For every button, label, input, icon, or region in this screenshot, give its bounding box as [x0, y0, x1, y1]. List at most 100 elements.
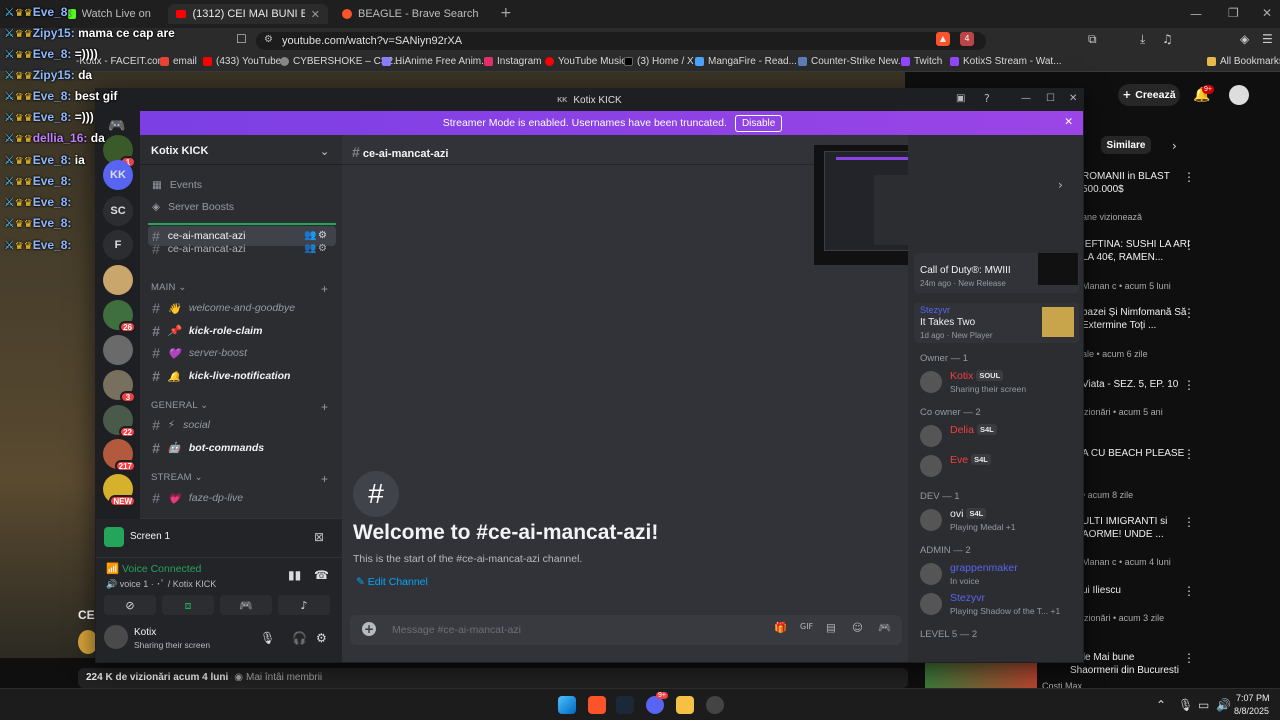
member-item[interactable]: Eve S4L	[920, 451, 1080, 481]
gamepad-icon[interactable]: 🎮	[878, 623, 891, 634]
maximize-icon[interactable]: ❐	[1228, 7, 1239, 19]
volume-icon[interactable]: 🔊	[1216, 699, 1231, 711]
gear-icon[interactable]: ⚙	[316, 632, 327, 644]
channel-welcome-and-goodbye[interactable]: # 👋 welcome-and-goodbye	[148, 298, 336, 318]
bookmark-counter-strike[interactable]: Counter-Strike New...	[798, 56, 906, 67]
server-icon[interactable]: F	[103, 230, 133, 260]
tray-chevron-icon[interactable]: ⌃	[1156, 699, 1166, 711]
close-tab-icon[interactable]: ✕	[311, 8, 320, 21]
stop-stream-icon[interactable]: ⊠	[314, 531, 324, 543]
discord-home-icon[interactable]: 🎮	[108, 119, 125, 133]
server-icon[interactable]: 22	[103, 405, 136, 438]
add-channel-icon[interactable]: +	[321, 400, 328, 414]
minimize-icon[interactable]: —	[1190, 8, 1202, 20]
avatar[interactable]	[104, 625, 128, 649]
bookmark-x[interactable]: (3) Home / X	[624, 56, 694, 67]
channel-bot-commands[interactable]: # 🤖 bot-commands	[148, 438, 336, 458]
events-item[interactable]: ▦ Events	[148, 175, 336, 195]
message-input[interactable]: + Message #ce-ai-mancat-azi 🎁 GIF ▤ ☺ 🎮	[350, 615, 902, 645]
member-item[interactable]: Delia S4L	[920, 421, 1080, 451]
gif-icon[interactable]: GIF	[800, 623, 813, 631]
noise-suppression-icon[interactable]: ▮▮	[288, 569, 301, 581]
add-channel-icon[interactable]: +	[321, 472, 328, 486]
clock-time[interactable]: 7:07 PM	[1236, 693, 1270, 703]
bookmark-twitch[interactable]: Twitch	[901, 56, 942, 67]
edit-channel-button[interactable]: ✎ Edit Channel	[356, 576, 428, 588]
bookmark-mangafire[interactable]: MangaFire - Read...	[695, 56, 797, 67]
file-explorer-icon[interactable]	[676, 696, 694, 714]
bookmark-youtube[interactable]: (433) YouTube	[203, 56, 281, 67]
server-icon[interactable]	[103, 335, 133, 365]
rec-title[interactable]: bazei Și Nimfomană Să Extermine Toți ...	[1082, 306, 1192, 332]
microphone-icon[interactable]: 🎙	[260, 632, 275, 644]
more-options-icon[interactable]: ⋮	[1183, 378, 1195, 392]
rec-title[interactable]: Cele Mai bune Shaormerii din Bucuresti	[1070, 651, 1180, 677]
more-options-icon[interactable]: ⋮	[1183, 170, 1195, 184]
soundboard-button[interactable]: ♪	[278, 595, 330, 615]
brave-taskbar-icon[interactable]	[588, 696, 606, 714]
server-icon[interactable]: NEW	[103, 474, 136, 507]
rec-title[interactable]: IEFTINA: SUSHI LA ARI LA 40€, RAMEN...	[1082, 238, 1192, 264]
server-icon[interactable]: 217	[103, 439, 136, 472]
wallet-icon[interactable]: ◈	[1240, 33, 1249, 45]
member-item[interactable]: Kotix SOUL Sharing their screen	[920, 367, 1080, 397]
close-window-icon[interactable]: ✕	[1069, 94, 1077, 104]
channel-dragging[interactable]: # ce-ai-mancat-azi 👥 ⚙	[148, 239, 336, 259]
url-bar[interactable]: ⚙ youtube.com/watch?v=SANiyn92rXA	[256, 32, 986, 50]
network-icon[interactable]: ▭	[1198, 699, 1209, 711]
inbox-icon[interactable]: ▣	[956, 94, 965, 104]
server-icon[interactable]: 3	[103, 370, 136, 403]
add-channel-icon[interactable]: +	[321, 282, 328, 296]
more-options-icon[interactable]: ⋮	[1183, 306, 1195, 320]
help-icon[interactable]: ?	[984, 93, 990, 104]
microphone-icon[interactable]: 🎙	[1178, 699, 1193, 711]
member-item[interactable]: grappenmaker In voice	[920, 559, 1080, 589]
rec-thumbnail[interactable]	[925, 662, 1037, 688]
chevron-right-icon[interactable]: ›	[1058, 179, 1063, 191]
rec-title[interactable]: ROMANII in BLAST 500.000$	[1082, 170, 1192, 196]
disconnect-icon[interactable]: ☎	[314, 569, 329, 581]
bookmark-kotix-stream[interactable]: KotixS Stream - Wat...	[950, 56, 1062, 67]
member-item[interactable]: Stezyvr Playing Shadow of the T... +1	[920, 589, 1080, 619]
rec-title[interactable]: A CU BEACH PLEASE	[1082, 447, 1192, 460]
emoji-icon[interactable]: ☺	[852, 623, 863, 634]
music-icon[interactable]: ♫	[1162, 33, 1173, 45]
gift-icon[interactable]: 🎁	[774, 623, 787, 634]
voice-channel-info[interactable]: 🔊 voice 1 · ･ﾟ / Kotix KICK	[106, 577, 216, 590]
add-attachment-icon[interactable]: +	[362, 622, 376, 636]
disable-streamer-button[interactable]: Disable	[734, 114, 783, 132]
tab-kick[interactable]: Watch Live on Kick	[60, 4, 160, 24]
tab-brave-search[interactable]: BEAGLE - Brave Search	[334, 4, 494, 24]
channel-kick-live-notification[interactable]: # 🔔 kick-live-notification	[148, 366, 336, 386]
rec-title[interactable]: ui Iliescu	[1082, 584, 1192, 597]
windows-start-icon[interactable]	[558, 696, 576, 714]
category-general[interactable]: GENERAL ⌄ +	[151, 400, 328, 414]
steam-taskbar-icon[interactable]	[616, 696, 634, 714]
channel-server-boost[interactable]: # 💜 server-boost	[148, 343, 336, 363]
camera-off-button[interactable]: ⊘	[104, 595, 156, 615]
server-icon[interactable]	[103, 265, 133, 295]
more-options-icon[interactable]: ⋮	[1183, 238, 1195, 252]
screen-share-button[interactable]: ⧈	[162, 595, 214, 615]
minimize-icon[interactable]: —	[1021, 94, 1031, 104]
category-stream[interactable]: STREAM ⌄ +	[151, 472, 328, 486]
close-window-icon[interactable]: ✕	[1262, 7, 1272, 19]
menu-icon[interactable]: ☰	[1262, 33, 1273, 45]
more-options-icon[interactable]: ⋮	[1183, 584, 1195, 598]
bookmark-all[interactable]: All Bookmarks	[1207, 56, 1280, 67]
server-icon[interactable]: KK	[103, 160, 133, 190]
more-options-icon[interactable]: ⋮	[1183, 515, 1195, 529]
bookmark-instagram[interactable]: Instagram	[484, 56, 541, 67]
chevron-right-icon[interactable]: ›	[1172, 140, 1177, 152]
bookmark-youtube-music[interactable]: YouTube Music	[545, 56, 626, 67]
tab-youtube[interactable]: (1312) CEI MAI BUNI BURGERI D ✕	[168, 4, 328, 24]
activity-card[interactable]: Stezyvr It Takes Two 1d ago · New Player	[914, 303, 1079, 343]
channel-kick-role-claim[interactable]: # 📌 kick-role-claim	[148, 321, 336, 341]
server-icon[interactable]: 26	[103, 300, 136, 333]
server-icon[interactable]: SC	[103, 196, 133, 226]
channel-faze-dp-live[interactable]: # 💗 faze-dp-live	[148, 488, 336, 508]
extensions-icon[interactable]: ⧉	[1088, 33, 1097, 45]
avatar[interactable]	[1229, 85, 1249, 105]
more-options-icon[interactable]: ⋮	[1183, 651, 1195, 665]
bookmark-email[interactable]: email	[160, 56, 197, 67]
